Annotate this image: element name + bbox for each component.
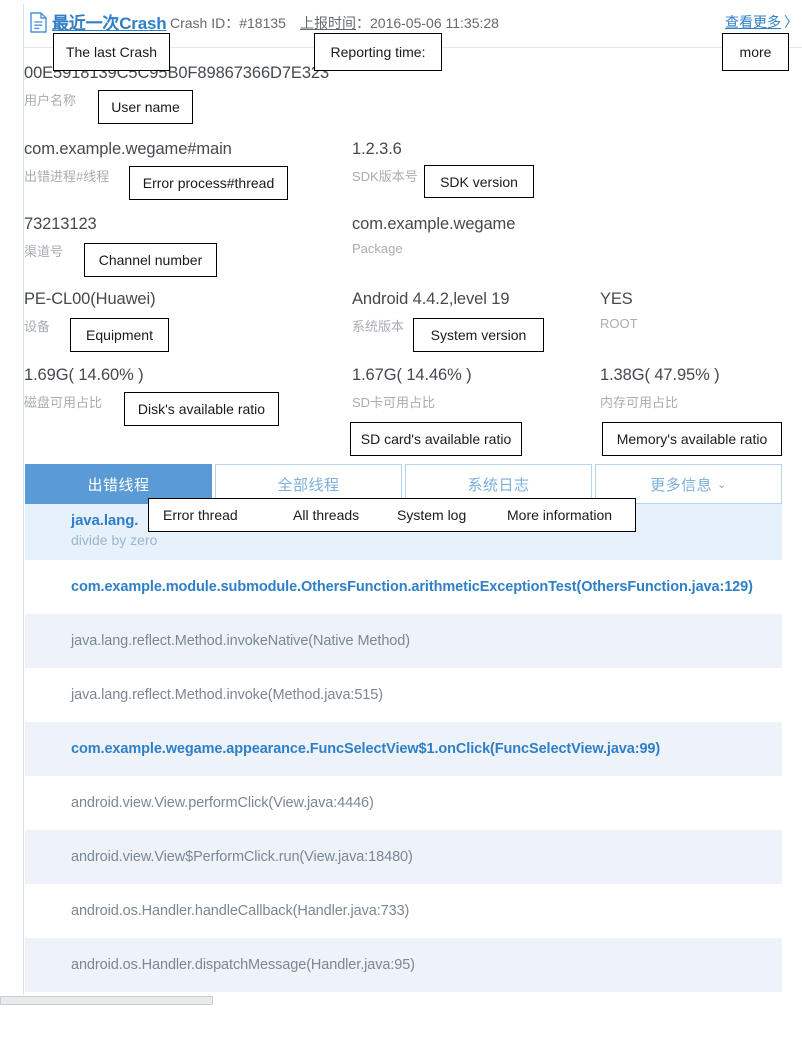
callout-sdcard-ratio: SD card's available ratio — [350, 422, 522, 456]
horizontal-scrollbar-thumb[interactable] — [0, 996, 213, 1005]
field-sdk-label: SDK版本号 — [352, 169, 418, 184]
field-sdk: 1.2.3.6 SDK版本号 — [352, 140, 418, 185]
field-package-label: Package — [352, 241, 403, 256]
callout-user-name: User name — [98, 90, 193, 124]
callout-error-process: Error process#thread — [129, 166, 288, 200]
stack-row[interactable]: com.example.wegame.appearance.FuncSelect… — [25, 722, 782, 776]
field-package-value: com.example.wegame — [352, 215, 516, 233]
report-time-text: 上报时间：2016-05-06 11:35:28 — [300, 13, 499, 33]
field-memory-value: 1.38G( 47.95% ) — [600, 366, 720, 384]
exception-message: divide by zero — [71, 532, 158, 548]
callout-tab-system-log: System log — [397, 507, 467, 523]
field-package: com.example.wegame Package — [352, 215, 515, 256]
callout-tab-more-info: More information — [507, 507, 613, 523]
stack-row[interactable]: android.view.View$PerformClick.run(View.… — [25, 830, 782, 884]
callout-memory-ratio: Memory's available ratio — [602, 422, 782, 456]
field-sdcard-value: 1.67G( 14.46% ) — [352, 366, 472, 384]
callout-tab-all-threads: All threads — [293, 507, 360, 523]
stack-trace-list[interactable]: java.lang. divide by zero com.example.mo… — [25, 504, 782, 997]
callout-more: more — [722, 33, 789, 71]
tab-system-log-label: 系统日志 — [467, 476, 530, 494]
callout-tab-error-thread: Error thread — [163, 507, 238, 523]
field-device-value: PE-CL00(Huawei) — [24, 290, 156, 308]
page-title[interactable]: 最近一次Crash — [52, 9, 167, 34]
report-time-label: 上报时间 — [300, 15, 356, 31]
stack-row[interactable]: java.lang.reflect.Method.invokeNative(Na… — [25, 614, 782, 668]
callout-sdk-version: SDK version — [424, 165, 534, 198]
stack-row[interactable]: android.view.View.performClick(View.java… — [25, 776, 782, 830]
field-channel-value: 73213123 — [24, 215, 97, 233]
field-root-label: ROOT — [600, 316, 638, 331]
field-root-value: YES — [600, 290, 633, 308]
callout-tab-translations: Error thread All threads System log More… — [148, 498, 636, 532]
stack-row[interactable]: com.example.module.submodule.OthersFunct… — [25, 560, 782, 614]
view-more-link[interactable]: 查看更多〉 — [725, 12, 798, 32]
field-root: YES ROOT — [600, 290, 638, 331]
view-more-label: 查看更多 — [725, 14, 781, 30]
chevron-down-icon: ⌄ — [717, 478, 727, 491]
field-sdcard: 1.67G( 14.46% ) SD卡可用占比 — [352, 366, 472, 411]
tab-more-info-label: 更多信息 — [650, 476, 713, 494]
callout-reporting-time: Reporting time: — [314, 33, 442, 71]
field-process-value: com.example.wegame#main — [24, 140, 232, 158]
stack-row[interactable]: android.os.Handler.dispatchMessage(Handl… — [25, 938, 782, 992]
callout-disk-ratio: Disk's available ratio — [124, 392, 279, 426]
field-memory-label: 内存可用占比 — [600, 395, 679, 410]
tab-error-thread-label: 出错线程 — [87, 476, 150, 494]
field-sdk-value: 1.2.3.6 — [352, 140, 402, 158]
document-icon — [30, 12, 47, 33]
field-memory: 1.38G( 47.95% ) 内存可用占比 — [600, 366, 720, 411]
callout-last-crash: The last Crash — [53, 33, 170, 71]
callout-equipment: Equipment — [70, 318, 169, 352]
report-time-value: ：2016-05-06 11:35:28 — [356, 15, 499, 31]
chevron-right-icon: 〉 — [784, 14, 798, 30]
callout-system-version: System version — [413, 318, 544, 352]
field-sdcard-label: SD卡可用占比 — [352, 395, 436, 410]
field-disk-value: 1.69G( 14.60% ) — [24, 366, 144, 384]
tab-all-threads-label: 全部线程 — [277, 476, 340, 494]
stack-row[interactable]: java.lang.reflect.Method.invoke(Method.j… — [25, 668, 782, 722]
callout-channel-number: Channel number — [84, 243, 217, 277]
field-system-value: Android 4.4.2,level 19 — [352, 290, 510, 308]
crash-id-text: Crash ID：#18135 — [170, 15, 286, 31]
stack-row[interactable]: android.os.Handler.handleCallback(Handle… — [25, 884, 782, 938]
